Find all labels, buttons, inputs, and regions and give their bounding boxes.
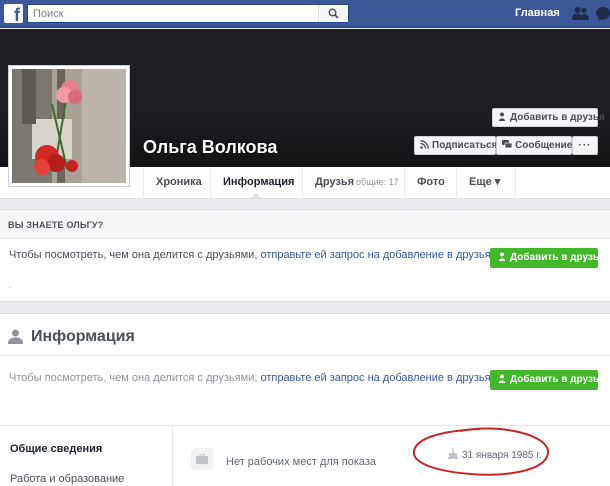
add-friend-label: Добавить в друзья	[510, 374, 605, 385]
profile-name[interactable]: Ольга Волкова	[143, 137, 277, 158]
info-sections-nav: Общие сведения Работа и образование	[0, 426, 173, 486]
search-button[interactable]	[318, 5, 348, 22]
facebook-logo[interactable]: f	[4, 4, 23, 23]
information-title: Информация	[31, 328, 135, 345]
message-bubble-icon	[502, 140, 512, 149]
subscribe-button[interactable]: Подписаться	[414, 136, 498, 155]
active-tab-caret	[250, 193, 262, 199]
add-friend-icon	[499, 112, 505, 121]
carnation-flowers-image	[12, 69, 126, 183]
tab-more[interactable]: Еще ▾	[456, 167, 516, 199]
add-friend-button[interactable]: Добавить в друзья	[490, 248, 605, 268]
tab-friends[interactable]: Друзья общие: 17	[302, 167, 404, 199]
send-friend-request-link[interactable]: отправьте ей запрос на добавление в друз…	[260, 372, 493, 384]
tab-timeline[interactable]: Хроника	[143, 167, 210, 199]
know-her-title: ВЫ ЗНАЕТЕ ОЛЬГУ?	[8, 220, 104, 230]
add-friend-label: Добавить в друзья	[510, 252, 605, 263]
privacy-notice: Чтобы посмотреть, чем она делится с друз…	[9, 372, 494, 384]
message-label: Сообщение	[515, 140, 573, 151]
tab-label: Еще ▾	[469, 176, 501, 188]
friend-requests-icon[interactable]	[572, 6, 590, 21]
notice-text: Чтобы посмотреть, чем она делится с друз…	[9, 372, 261, 384]
briefcase-icon	[196, 454, 208, 464]
tab-label: Хроника	[156, 176, 202, 188]
card-header: ВЫ ЗНАЕТЕ ОЛЬГУ?	[0, 210, 610, 239]
notice-text: Чтобы посмотреть, чем она делится с друз…	[9, 249, 261, 261]
add-friend-button[interactable]: Добавить в друзья	[490, 370, 605, 390]
send-friend-request-link[interactable]: отправьте ей запрос на добавление в друз…	[260, 249, 493, 261]
add-friend-icon	[499, 374, 505, 383]
work-icon-box	[191, 448, 213, 470]
card-header: Информация	[0, 314, 610, 356]
person-icon	[8, 329, 23, 344]
tab-label: Информация	[223, 176, 295, 188]
annotation-circle	[412, 427, 550, 476]
add-friend-label: Добавить в друзья	[510, 112, 605, 123]
add-friend-icon	[499, 252, 505, 261]
tab-photos[interactable]: Фото	[404, 167, 456, 199]
nav-overview[interactable]: Общие сведения	[10, 443, 102, 455]
dot-mark: .	[9, 281, 12, 290]
home-link[interactable]: Главная	[515, 7, 560, 19]
search-input[interactable]	[28, 5, 318, 22]
mutual-friends-count: общие: 17	[356, 177, 399, 187]
nav-work-education[interactable]: Работа и образование	[10, 473, 124, 485]
no-work-text: Нет рабочих мест для показа	[226, 456, 377, 468]
tab-label: Фото	[417, 176, 445, 188]
search-box	[27, 4, 349, 23]
top-navigation-bar: f Главная	[0, 0, 610, 28]
profile-picture[interactable]	[8, 65, 130, 187]
privacy-notice: Чтобы посмотреть, чем она делится с друз…	[9, 249, 494, 261]
rss-icon	[420, 140, 429, 149]
know-her-card: ВЫ ЗНАЕТЕ ОЛЬГУ? Чтобы посмотреть, чем о…	[0, 209, 610, 302]
add-friend-button-cover[interactable]: Добавить в друзья	[492, 108, 605, 127]
subscribe-label: Подписаться	[432, 140, 498, 151]
search-icon	[328, 8, 339, 19]
messages-icon[interactable]	[596, 6, 610, 21]
profile-photo-image	[12, 69, 126, 183]
more-options-button[interactable]: ···	[572, 136, 598, 155]
message-button[interactable]: Сообщение	[496, 136, 572, 155]
tab-label: Друзья	[315, 176, 355, 188]
